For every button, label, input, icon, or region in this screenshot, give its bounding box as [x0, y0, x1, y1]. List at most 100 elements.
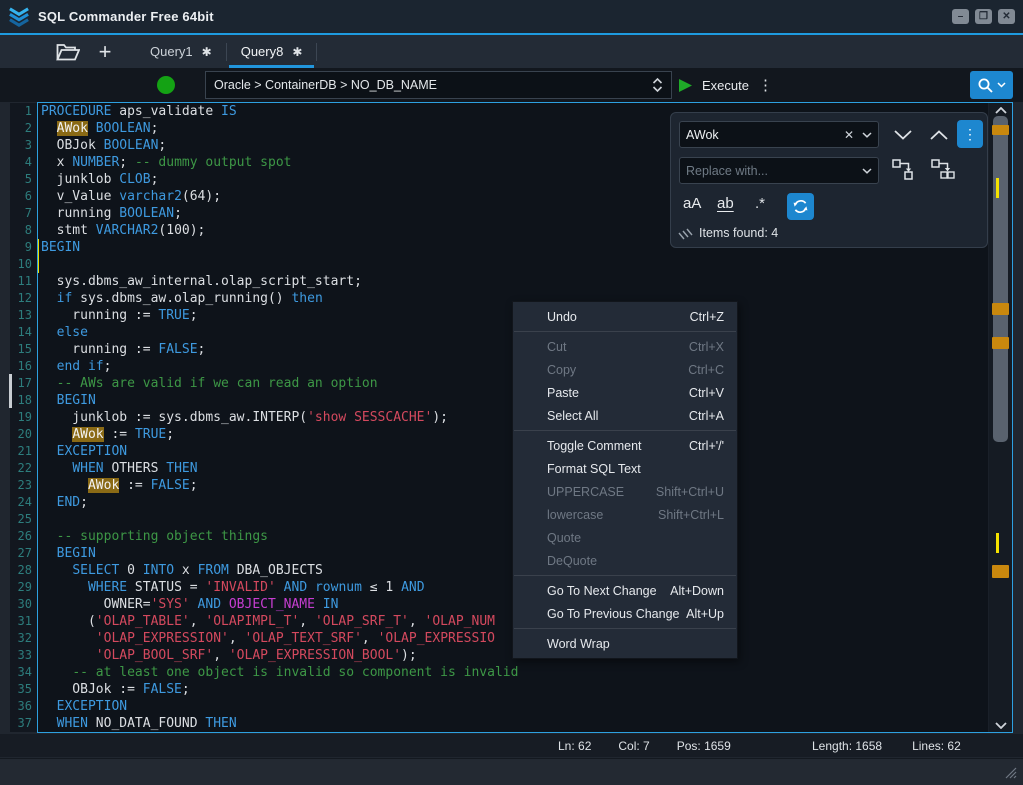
line-number: 34: [10, 664, 37, 681]
line-number: 15: [10, 341, 37, 358]
line-number: 18: [10, 392, 37, 409]
connection-status-icon: [157, 76, 175, 94]
menu-item-go-to-next-change[interactable]: Go To Next ChangeAlt+Down: [513, 579, 737, 602]
find-input[interactable]: AWok ✕: [679, 121, 879, 148]
line-number: 9: [10, 239, 37, 256]
app-window: SQL Commander Free 64bit – ❐ ✕ + Query1 …: [0, 0, 1023, 785]
replace-one-button[interactable]: [887, 155, 919, 185]
code-line[interactable]: OBJok := FALSE;: [41, 681, 988, 698]
tab-query1[interactable]: Query1 ✱: [136, 35, 226, 68]
app-logo-icon: [8, 7, 30, 27]
window-bottom-strip: [0, 758, 1023, 785]
scroll-down-button[interactable]: [989, 718, 1013, 732]
chevron-up-icon: [995, 107, 1007, 114]
line-number: 21: [10, 443, 37, 460]
search-history-dropdown-icon[interactable]: [862, 132, 872, 138]
find-replace-panel: AWok ✕ ⋮ Replace with...: [670, 112, 988, 248]
plus-icon: +: [99, 39, 112, 65]
open-file-button[interactable]: [54, 38, 82, 66]
magnifier-icon: [977, 77, 994, 94]
unsaved-changes-icon: ✱: [202, 45, 212, 59]
tab-query8[interactable]: Query8 ✱: [227, 35, 317, 68]
menu-item-lowercase: lowercaseShift+Ctrl+L: [513, 503, 737, 526]
items-found-label: Items found: 4: [699, 226, 778, 240]
code-line[interactable]: sys.dbms_aw_internal.olap_script_start;: [41, 273, 988, 290]
new-query-tab-button[interactable]: +: [92, 38, 118, 66]
menu-separator: [514, 331, 736, 332]
kebab-icon: ⋮: [963, 126, 977, 143]
close-button[interactable]: ✕: [998, 9, 1015, 24]
line-number: 32: [10, 630, 37, 647]
replace-input[interactable]: Replace with...: [679, 157, 879, 184]
line-number: 28: [10, 562, 37, 579]
cyclic-search-button[interactable]: [787, 193, 814, 220]
line-number: 19: [10, 409, 37, 426]
menu-item-dequote: DeQuote: [513, 549, 737, 572]
replace-all-button[interactable]: [925, 155, 961, 185]
line-number: 35: [10, 681, 37, 698]
minimize-button[interactable]: –: [952, 9, 969, 24]
menu-item-cut: CutCtrl+X: [513, 335, 737, 358]
vertical-scrollbar[interactable]: [988, 103, 1012, 732]
clear-search-icon[interactable]: ✕: [844, 128, 854, 142]
line-number: 27: [10, 545, 37, 562]
replace-one-icon: [892, 159, 914, 181]
menu-item-select-all[interactable]: Select AllCtrl+A: [513, 404, 737, 427]
code-line[interactable]: [41, 256, 988, 273]
status-position: Pos: 1659: [677, 739, 731, 753]
scrollbar-change-marker[interactable]: [992, 337, 1009, 349]
menu-item-word-wrap[interactable]: Word Wrap: [513, 632, 737, 655]
cyclic-arrows-icon: [792, 198, 809, 215]
line-number: 11: [10, 273, 37, 290]
connection-selector[interactable]: Oracle > ContainerDB > NO_DB_NAME: [205, 71, 672, 99]
toolbar-overflow-menu-button[interactable]: ⋮: [758, 73, 773, 97]
whole-word-button[interactable]: ab: [717, 195, 734, 212]
code-line[interactable]: WHEN NO_DATA_FOUND THEN: [41, 715, 988, 732]
maximize-button[interactable]: ❐: [975, 9, 992, 24]
menu-item-quote: Quote: [513, 526, 737, 549]
code-line[interactable]: -- at least one object is invalid so com…: [41, 664, 988, 681]
scrollbar-change-marker[interactable]: [992, 125, 1009, 135]
line-number: 30: [10, 596, 37, 613]
scrollbar-change-marker[interactable]: [992, 303, 1009, 315]
line-number: 20: [10, 426, 37, 443]
scrollbar-match-marker[interactable]: [996, 533, 999, 553]
menu-item-copy: CopyCtrl+C: [513, 358, 737, 381]
scrollbar-change-marker[interactable]: [992, 565, 1009, 578]
chevron-up-icon: [930, 130, 948, 140]
menu-item-format-sql-text[interactable]: Format SQL Text: [513, 457, 737, 480]
menu-item-undo[interactable]: UndoCtrl+Z: [513, 305, 737, 328]
line-number-gutter: 1234567891011121314151617181920212223242…: [10, 103, 37, 732]
menu-item-toggle-comment[interactable]: Toggle CommentCtrl+'/': [513, 434, 737, 457]
line-number: 5: [10, 171, 37, 188]
menu-item-go-to-previous-change[interactable]: Go To Previous ChangeAlt+Up: [513, 602, 737, 625]
find-options-menu-button[interactable]: ⋮: [957, 120, 983, 148]
chevron-down-icon: [995, 722, 1007, 729]
line-number: 8: [10, 222, 37, 239]
line-number: 37: [10, 715, 37, 732]
find-previous-button[interactable]: [923, 121, 955, 148]
scroll-up-button[interactable]: [989, 103, 1013, 117]
scrollbar-match-marker[interactable]: [996, 178, 999, 198]
main-menu-button[interactable]: [16, 38, 42, 66]
regex-button[interactable]: .*: [755, 195, 765, 212]
code-line[interactable]: EXCEPTION: [41, 698, 988, 715]
find-next-button[interactable]: [885, 121, 921, 148]
execute-button[interactable]: Execute: [678, 71, 749, 99]
line-number: 6: [10, 188, 37, 205]
unsaved-changes-icon: ✱: [292, 45, 302, 59]
match-case-button[interactable]: aA: [683, 195, 701, 212]
resize-grip[interactable]: [1002, 764, 1017, 779]
scrollbar-thumb[interactable]: [993, 116, 1008, 442]
line-number: 33: [10, 647, 37, 664]
line-number: 29: [10, 579, 37, 596]
search-toggle-button[interactable]: [970, 71, 1013, 99]
line-number: 31: [10, 613, 37, 630]
line-number: 16: [10, 358, 37, 375]
replace-history-dropdown-icon[interactable]: [862, 168, 872, 174]
line-number: 17: [10, 375, 37, 392]
line-number: 24: [10, 494, 37, 511]
open-folder-icon: [56, 43, 80, 61]
menu-item-paste[interactable]: PasteCtrl+V: [513, 381, 737, 404]
line-number: 12: [10, 290, 37, 307]
